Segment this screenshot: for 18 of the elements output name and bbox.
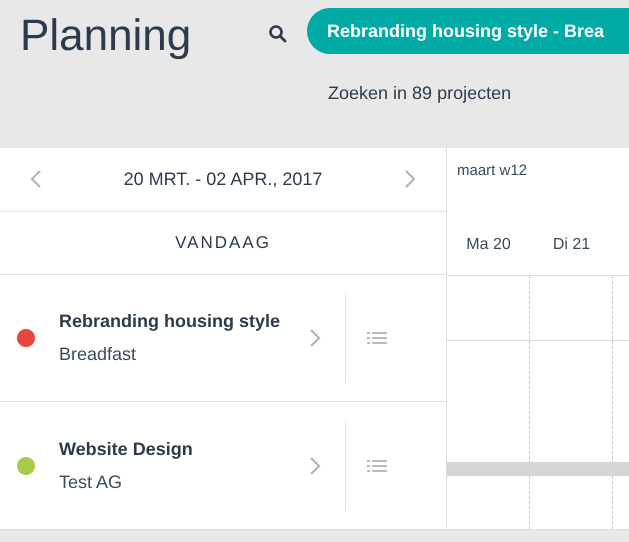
today-link[interactable]: VANDAAG xyxy=(175,230,271,256)
chevron-icon[interactable] xyxy=(309,456,321,476)
project-name[interactable]: Rebranding housing style xyxy=(59,308,309,335)
client-name: Test AG xyxy=(59,470,124,494)
date-range: 20 MRT. - 02 APR., 2017 xyxy=(124,168,322,191)
search-hint: Zoeken in 89 projecten xyxy=(328,82,512,105)
day-label: Di 21 xyxy=(552,235,592,255)
project-name[interactable]: Website Design xyxy=(59,436,309,462)
page-title: Planning xyxy=(20,10,192,62)
chevron-icon[interactable] xyxy=(309,328,321,348)
client-name: Breadfast xyxy=(59,343,138,366)
list-icon[interactable] xyxy=(367,331,387,345)
list-icon[interactable] xyxy=(367,458,387,472)
day-label: Ma 20 xyxy=(465,235,512,255)
previous-icon[interactable] xyxy=(30,169,42,190)
search-icon[interactable] xyxy=(268,24,288,44)
week-label: maart w12 xyxy=(457,161,528,181)
next-icon[interactable] xyxy=(404,169,416,190)
